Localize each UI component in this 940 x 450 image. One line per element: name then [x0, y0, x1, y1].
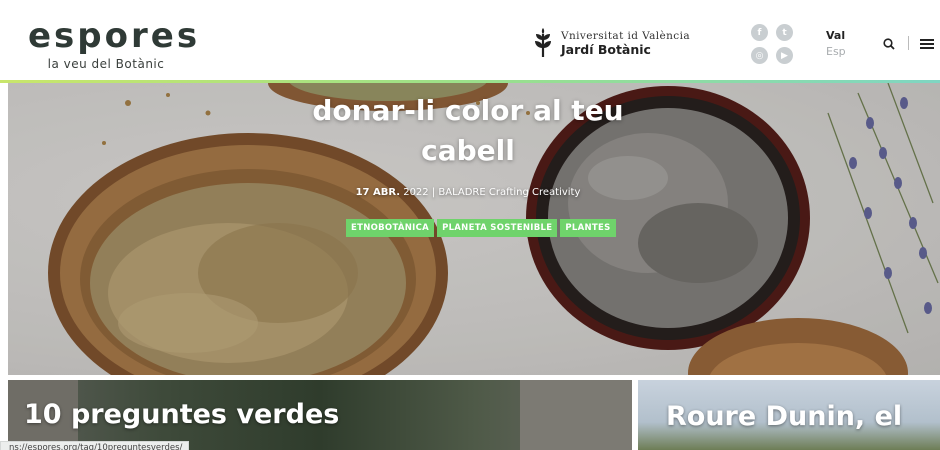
- instagram-icon[interactable]: ◎: [751, 47, 768, 64]
- plant-emblem-icon: [535, 28, 551, 57]
- lang-esp-link[interactable]: Esp: [826, 44, 846, 60]
- logo-tagline: la veu del Botànic: [47, 57, 165, 71]
- tag-planeta-sostenible[interactable]: PLANETA SOSTENIBLE: [437, 219, 558, 237]
- hero-title-line-1: donar-li color al teu: [312, 94, 624, 127]
- hero-featured-article[interactable]: donar-li color al teu cabell 17 ABR. 202…: [8, 83, 940, 375]
- hamburger-menu-icon[interactable]: [920, 39, 934, 49]
- site-header: espores la veu del Botànic Vniversitat i…: [0, 0, 940, 82]
- tag-plantes[interactable]: PLANTES: [560, 219, 616, 237]
- logo-wordmark: espores: [28, 16, 201, 56]
- university-name: Vniversitat id València: [561, 30, 690, 42]
- tag-etnobotanica[interactable]: ETNOBOTÀNICA: [346, 219, 435, 237]
- article-card-10-preguntes[interactable]: 10 preguntes verdes: [8, 380, 632, 450]
- universitat-valencia-logo[interactable]: Vniversitat id València Jardí Botànic: [533, 27, 690, 59]
- hero-article-title[interactable]: donar-li color al teu cabell: [238, 91, 698, 171]
- card-title: Roure Dunin, el: [666, 401, 903, 432]
- social-links: f t ◎ ▶: [751, 24, 793, 64]
- card-title: 10 preguntes verdes: [24, 399, 340, 430]
- espores-logo[interactable]: espores la veu del Botànic: [28, 16, 201, 71]
- twitter-icon[interactable]: t: [776, 24, 793, 41]
- hero-date: 17 ABR.: [355, 187, 401, 198]
- card-photo-trunk: [520, 380, 632, 450]
- hero-meta: 17 ABR. 2022 | BALADRE Crafting Creativi…: [268, 187, 668, 198]
- language-switcher: Val Esp: [826, 28, 846, 60]
- garden-name: Jardí Botànic: [561, 42, 651, 57]
- youtube-icon[interactable]: ▶: [776, 47, 793, 64]
- hero-meta-rest: 2022 | BALADRE Crafting Creativity: [400, 187, 581, 198]
- article-card-roure-dunin[interactable]: Roure Dunin, el: [638, 380, 940, 450]
- search-icon[interactable]: [883, 38, 895, 50]
- hero-title-line-2: cabell: [421, 134, 515, 167]
- lang-val-link[interactable]: Val: [826, 28, 846, 44]
- browser-status-url: ns://espores.org/tag/10preguntesverdes/: [0, 441, 190, 450]
- facebook-icon[interactable]: f: [751, 24, 768, 41]
- hero-tags: ETNOBOTÀNICA PLANETA SOSTENIBLE PLANTES: [346, 219, 616, 237]
- header-divider: [908, 36, 909, 50]
